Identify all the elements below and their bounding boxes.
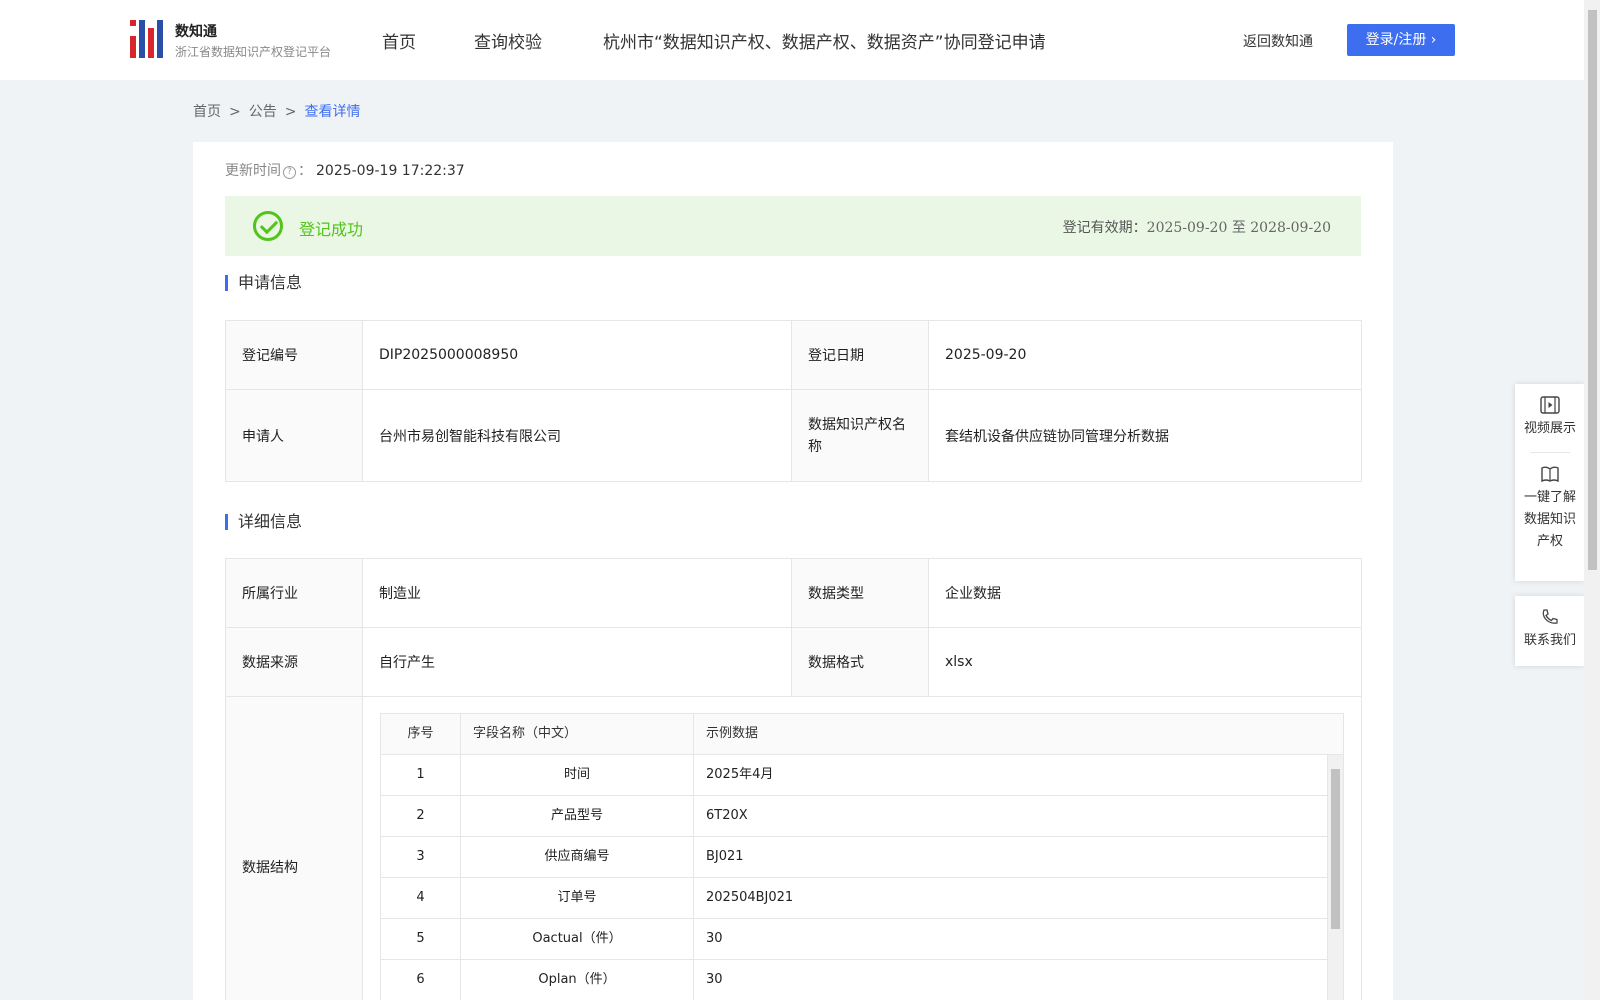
table-row: 数据来源 自行产生 数据格式 xlsx	[225, 627, 1362, 697]
row-example: BJ021	[694, 837, 1328, 877]
contact-us-button[interactable]: 联系我们	[1515, 596, 1585, 664]
page-scrollbar-thumb[interactable]	[1588, 10, 1597, 570]
section-title-detail: 详细信息	[225, 514, 302, 530]
format-value: xlsx	[928, 627, 1362, 697]
phone-icon	[1542, 609, 1558, 624]
table-row: 登记编号 DIP2025000008950 登记日期 2025-09-20	[225, 320, 1362, 390]
row-field-name: Oactual（件）	[461, 919, 694, 959]
reg-no-value: DIP2025000008950	[362, 320, 792, 390]
validity-period: 登记有效期：2025-09-20 至 2028-09-20	[1063, 217, 1331, 237]
header-index: 序号	[381, 714, 461, 754]
row-field-name: 供应商编号	[461, 837, 694, 877]
ip-name-value: 套结机设备供应链协同管理分析数据	[928, 389, 1362, 482]
learn-ip-button[interactable]: 一键了解数据知识产权	[1515, 453, 1585, 565]
table-row: 申请人 台州市易创智能科技有限公司 数据知识产权名称 套结机设备供应链协同管理分…	[225, 389, 1362, 482]
applicant-value: 台州市易创智能科技有限公司	[362, 389, 792, 482]
industry-label: 所属行业	[225, 558, 363, 628]
brand-title: 数知通	[175, 24, 217, 40]
data-structure-table: 序号 字段名称（中文） 示例数据 1 时间 2025年4月 2 产品型号 6T2…	[380, 713, 1344, 1000]
structure-label: 数据结构	[225, 696, 363, 1000]
reg-date-value: 2025-09-20	[928, 320, 1362, 390]
header-example: 示例数据	[706, 726, 759, 741]
brand-subtitle: 浙江省数据知识产权登记平台	[175, 45, 332, 59]
source-value: 自行产生	[362, 627, 792, 697]
table-row: 1 时间 2025年4月	[381, 755, 1328, 796]
table-row: 3 供应商编号 BJ021	[381, 837, 1328, 878]
table-row: 5 Oactual（件） 30	[381, 919, 1328, 960]
book-icon	[1541, 466, 1559, 483]
update-time-suffix: ：	[298, 163, 312, 179]
check-circle-icon	[253, 211, 283, 241]
data-type-value: 企业数据	[928, 558, 1362, 628]
table-row: 4 订单号 202504BJ021	[381, 878, 1328, 919]
source-label: 数据来源	[225, 627, 363, 697]
nav-query[interactable]: 查询校验	[474, 28, 542, 53]
top-header: 数知通 浙江省数据知识产权登记平台 首页 查询校验 杭州市“数据知识产权、数据产…	[0, 0, 1584, 80]
row-index: 2	[381, 796, 461, 836]
update-time-value: 2025-09-19 17:22:37	[316, 163, 465, 179]
industry-value: 制造业	[362, 558, 792, 628]
reg-date-label: 登记日期	[791, 320, 929, 390]
breadcrumb-announcement[interactable]: 公告	[249, 104, 277, 120]
table-row: 2 产品型号 6T20X	[381, 796, 1328, 837]
apply-info-table: 登记编号 DIP2025000008950 登记日期 2025-09-20 申请…	[225, 320, 1362, 482]
breadcrumb: 首页 > 公告 > 查看详情	[193, 101, 360, 121]
row-index: 6	[381, 960, 461, 1000]
breadcrumb-separator: >	[284, 104, 297, 120]
structure-table-header: 序号 字段名称（中文） 示例数据	[381, 714, 1343, 755]
table-row: 所属行业 制造业 数据类型 企业数据	[225, 558, 1362, 628]
learn-ip-label: 一键了解数据知识产权	[1523, 490, 1576, 549]
breadcrumb-current: 查看详情	[304, 104, 361, 120]
brand-logo[interactable]	[130, 20, 166, 58]
update-time-label: 更新时间	[225, 163, 281, 179]
breadcrumb-home[interactable]: 首页	[193, 104, 221, 120]
validity-value: 2025-09-20 至 2028-09-20	[1146, 220, 1331, 236]
breadcrumb-separator: >	[229, 104, 241, 120]
reg-no-label: 登记编号	[225, 320, 363, 390]
format-label: 数据格式	[791, 627, 929, 697]
row-field-name: Oplan（件）	[461, 960, 694, 1000]
video-showcase-button[interactable]: 视频展示	[1515, 384, 1585, 452]
row-index: 3	[381, 837, 461, 877]
row-field-name: 订单号	[461, 878, 694, 918]
back-link[interactable]: 返回数知通	[1243, 31, 1313, 51]
section-title-apply: 申请信息	[225, 275, 302, 291]
row-index: 4	[381, 878, 461, 918]
row-example: 6T20X	[694, 796, 1328, 836]
video-showcase-label: 视频展示	[1523, 421, 1576, 436]
float-menu-bottom: 联系我们	[1515, 596, 1585, 666]
row-example: 202504BJ021	[694, 878, 1328, 918]
table-scrollbar[interactable]	[1328, 755, 1343, 1000]
question-icon[interactable]: ?	[283, 166, 296, 179]
header-field-name: 字段名称（中文）	[461, 714, 694, 754]
table-row: 6 Oplan（件） 30	[381, 960, 1328, 1000]
row-example: 2025年4月	[694, 755, 1328, 795]
row-example: 30	[694, 919, 1328, 959]
row-example: 30	[694, 960, 1328, 1000]
login-register-button[interactable]: 登录/注册 ›	[1347, 24, 1455, 56]
nav-hangzhou-register[interactable]: 杭州市“数据知识产权、数据产权、数据资产”协同登记申请	[603, 28, 1046, 53]
status-banner: 登记成功 登记有效期：2025-09-20 至 2028-09-20	[225, 196, 1361, 256]
data-type-label: 数据类型	[791, 558, 929, 628]
status-text: 登记成功	[299, 220, 364, 239]
structure-table-body: 1 时间 2025年4月 2 产品型号 6T20X 3 供应商编号 BJ021 …	[381, 755, 1343, 1000]
page-scrollbar[interactable]	[1584, 0, 1600, 1000]
float-menu-top: 视频展示 一键了解数据知识产权	[1515, 384, 1585, 581]
row-index: 5	[381, 919, 461, 959]
row-field-name: 时间	[461, 755, 694, 795]
row-field-name: 产品型号	[461, 796, 694, 836]
ip-name-label: 数据知识产权名称	[791, 389, 929, 482]
nav-home[interactable]: 首页	[382, 28, 416, 53]
table-scrollbar-thumb[interactable]	[1331, 769, 1340, 929]
video-icon	[1540, 396, 1560, 414]
update-time: 更新时间?： 2025-09-19 17:22:37	[225, 160, 465, 180]
contact-us-label: 联系我们	[1523, 633, 1576, 648]
applicant-label: 申请人	[225, 389, 363, 482]
validity-label: 登记有效期：	[1062, 220, 1147, 236]
row-index: 1	[381, 755, 461, 795]
